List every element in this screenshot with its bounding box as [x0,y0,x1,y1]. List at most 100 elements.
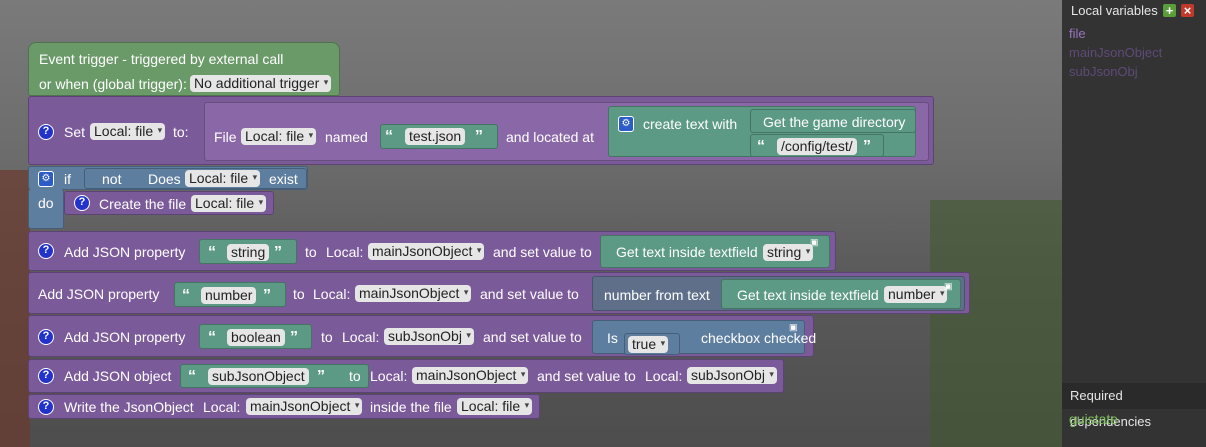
add-json-property-boolean-block[interactable]: ? Add JSON property “ boolean ” to Local… [28,315,817,357]
field-dropdown[interactable]: number [884,285,948,303]
help-icon[interactable]: ? [38,124,54,140]
help-icon[interactable]: ? [38,243,54,259]
dependencies-title: Required dependencies [1062,383,1206,429]
variable-file[interactable]: file [1069,26,1086,41]
field-dropdown[interactable]: string [763,243,814,261]
create-file-var-dropdown[interactable]: Local: file [191,194,267,212]
file-var-dropdown[interactable]: Local: file [241,127,317,145]
set-label: Set [64,124,86,140]
add-object-label: Add JSON object [64,368,172,384]
get-textfield-block[interactable]: Get text inside textfield number ▣ [721,279,961,309]
file-block[interactable]: File Local: file named “ test.json ” and… [204,102,929,161]
text-literal-block[interactable]: “ test.json ” [380,124,498,149]
or-when-label: or when (global trigger): [39,76,187,92]
key-literal[interactable]: string [227,244,270,261]
monitor-icon: ▣ [789,322,798,332]
local-label: Local: [313,286,351,302]
write-label: Write the JsonObject [64,399,194,415]
target-dropdown[interactable]: mainJsonObject [412,366,529,384]
create-file-label: Create the file [99,196,187,212]
key-literal[interactable]: subJsonObject [208,368,309,385]
local-label: Local: [203,399,241,415]
target-dropdown[interactable]: mainJsonObject [355,284,472,302]
do-label: do [38,195,54,211]
add-icon[interactable]: + [1163,4,1176,17]
number-from-text-block[interactable]: number from text Get text inside textfie… [592,276,965,311]
boolean-dropdown[interactable]: true [628,335,669,353]
write-json-block[interactable]: ? Write the JsonObject Local: mainJsonOb… [28,394,540,419]
help-icon[interactable]: ? [38,399,54,415]
create-file-block[interactable]: ? Create the file Local: file [64,191,274,215]
getter-label: Get text inside textfield [737,287,879,303]
target-dropdown[interactable]: subJsonObj [384,327,474,345]
gear-icon[interactable]: ⚙ [618,116,634,132]
quote-open-icon: “ [385,128,393,145]
target-dropdown[interactable]: mainJsonObject [246,397,363,415]
does-var-dropdown[interactable]: Local: file [185,169,261,187]
help-icon[interactable]: ? [38,368,54,384]
quote-close-icon: ” [290,329,298,346]
variable-subJsonObj[interactable]: subJsonObj [1069,64,1138,79]
value-dropdown[interactable]: subJsonObj [687,366,777,384]
add-json-object-block[interactable]: ? Add JSON object “ subJsonObject ” to L… [28,359,784,393]
close-icon[interactable]: × [1181,4,1194,17]
add-property-label: Add JSON property [38,286,160,302]
boolean-value-block[interactable]: true [624,333,680,355]
quote-close-icon: ” [263,287,271,304]
to-label: to [293,286,305,302]
filename-literal[interactable]: test.json [405,128,466,145]
help-icon[interactable]: ? [38,329,54,345]
help-icon[interactable]: ? [74,195,90,211]
game-dir-block[interactable]: Get the game directory [750,109,916,133]
key-literal[interactable]: number [201,287,257,304]
local-label: Local: [326,244,364,260]
path-literal-block[interactable]: “ /config/test/ ” [750,134,884,157]
quote-close-icon: ” [863,138,871,155]
named-label: named [325,129,368,145]
path-literal[interactable]: /config/test/ [777,138,857,155]
local-variables-panel: Local variables + × file mainJsonObject … [1062,0,1206,447]
variable-mainJsonObject[interactable]: mainJsonObject [1069,45,1162,60]
is-label: Is [607,330,618,346]
quote-open-icon: “ [182,287,190,304]
add-json-property-string-block[interactable]: ? Add JSON property “ string ” to Local:… [28,231,836,271]
set-var-dropdown[interactable]: Local: file [90,122,166,140]
to-label: to [321,329,333,345]
file-dropdown[interactable]: Local: file [457,397,533,415]
quote-open-icon: “ [208,329,216,346]
getter-label: Get text inside textfield [616,244,758,260]
add-property-label: Add JSON property [64,329,186,345]
not-block[interactable]: not Does Local: file exist [84,168,307,189]
to-label: to [349,368,361,384]
if-label: if [64,171,71,187]
add-json-property-number-block[interactable]: Add JSON property “ number ” to Local: m… [28,272,970,314]
key-literal-block[interactable]: “ string ” [199,239,297,264]
key-literal-block[interactable]: “ subJsonObject ” [180,364,369,388]
local-label: Local: [342,329,380,345]
file-label: File [214,129,237,145]
exist-label: exist [269,171,298,187]
set-value-label: and set value to [493,244,592,260]
conv-label: number from text [604,287,710,303]
dependency-item: guistate [1069,411,1119,427]
key-literal-block[interactable]: “ number ” [174,282,286,307]
gear-icon[interactable]: ⚙ [38,171,54,187]
event-trigger-block[interactable]: Event trigger - triggered by external ca… [28,42,340,96]
scenery-left [0,170,30,447]
set-value-label: and set value to [480,286,579,302]
key-literal-block[interactable]: “ boolean ” [199,324,312,349]
trigger-dropdown[interactable]: No additional trigger [190,74,332,92]
get-textfield-block[interactable]: Get text inside textfield string ▣ [600,235,830,268]
workspace[interactable]: Event trigger - triggered by external ca… [0,0,1062,447]
event-title: Event trigger - triggered by external ca… [39,51,284,67]
add-property-label: Add JSON property [64,244,186,260]
quote-close-icon: ” [317,368,325,385]
target-dropdown[interactable]: mainJsonObject [368,242,485,260]
if-block[interactable]: ⚙ if not Does Local: file exist [28,166,308,190]
quote-open-icon: “ [188,368,196,385]
not-label: not [102,171,122,187]
checkbox-label: checkbox checked [701,330,817,346]
set-variable-block[interactable]: ? Set Local: file to: File Local: file n… [28,96,934,165]
create-text-block[interactable]: ⚙ create text with Get the game director… [608,106,916,157]
key-literal[interactable]: boolean [227,329,285,346]
